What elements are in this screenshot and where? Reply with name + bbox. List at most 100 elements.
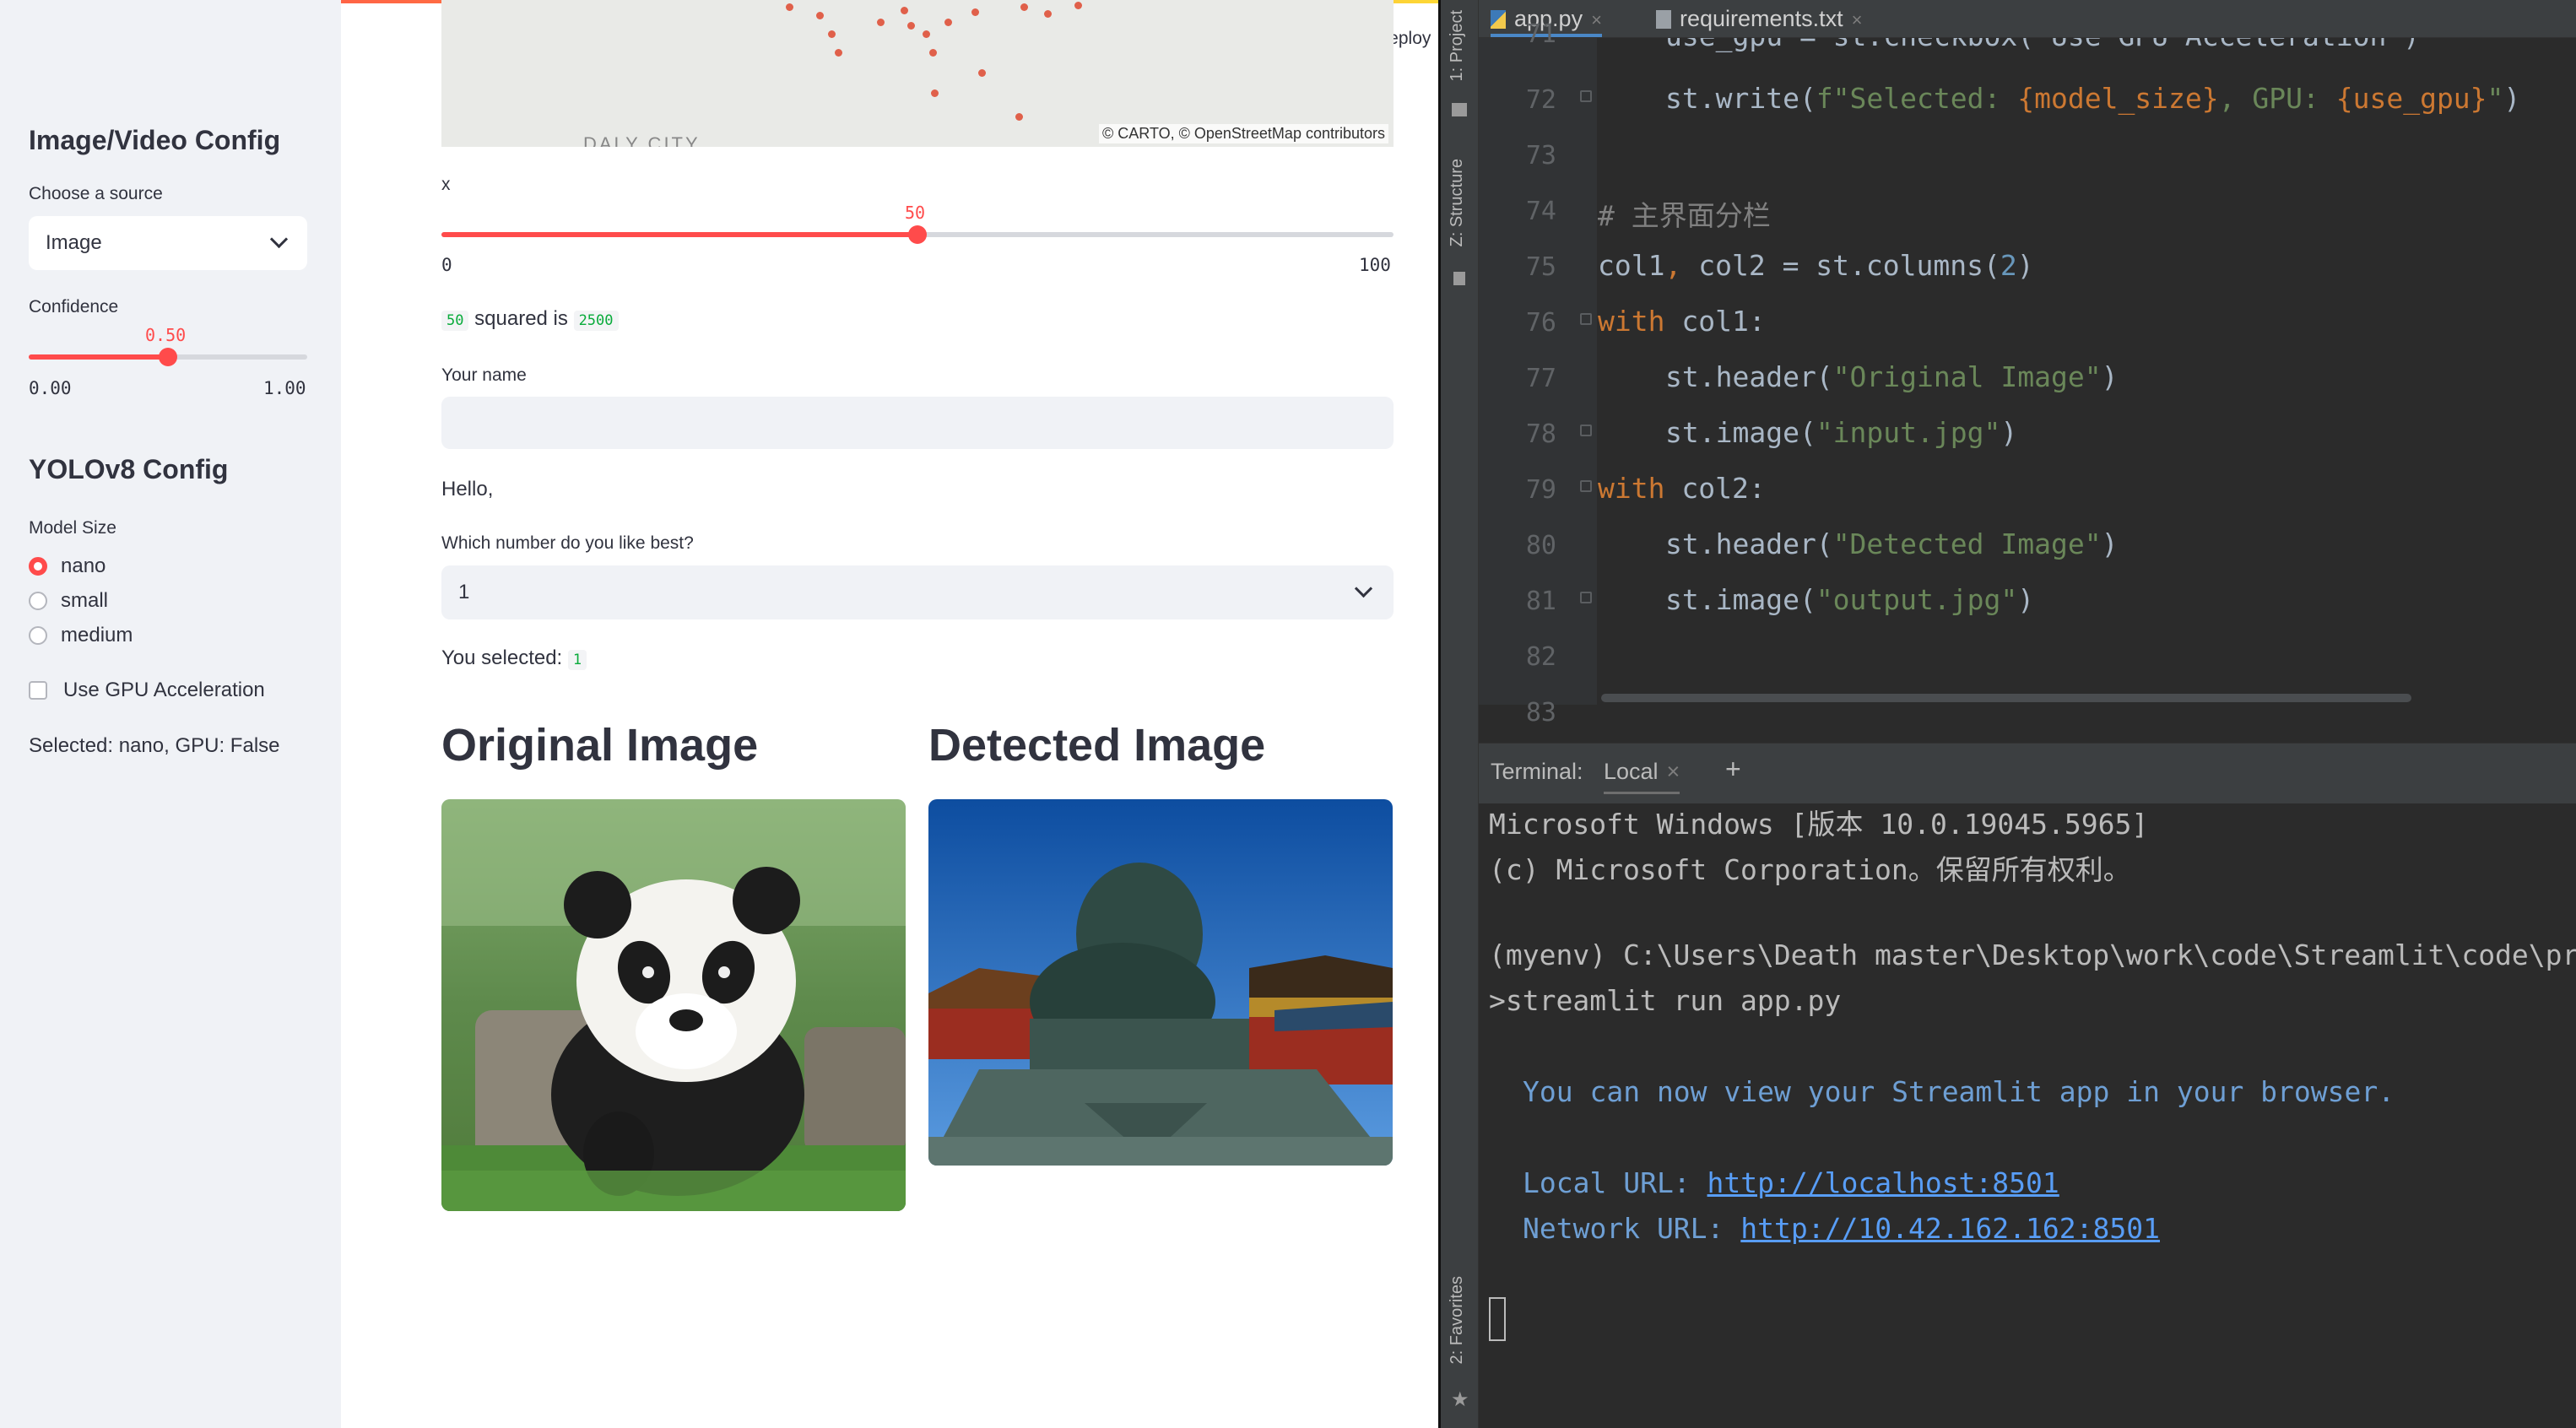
close-icon[interactable]: × (1667, 759, 1680, 784)
x-slider-thumb[interactable] (908, 225, 927, 244)
code-text: col1: (1664, 305, 1766, 338)
map-point (929, 49, 937, 57)
project-tool-tab[interactable]: 1: Project (1448, 10, 1467, 81)
code-text: ) (2016, 249, 2034, 282)
code-line: st.write(f"Selected: {model_size}, GPU: … (1665, 82, 2520, 115)
ide-pane: 1: Project Z: Structure 2: Favorites ★ a… (1441, 0, 2576, 1428)
selected-value-chip: 1 (567, 650, 587, 670)
terminal-line: (c) Microsoft Corporation。保留所有权利。 (1489, 853, 2131, 886)
code-text: with (1598, 305, 1665, 338)
number-select[interactable]: 1 (441, 565, 1394, 619)
detected-image (928, 799, 1393, 1166)
map-point (1074, 2, 1082, 9)
code-line: with col1: (1598, 305, 1766, 338)
gpu-checkbox-label: Use GPU Acceleration (63, 679, 265, 701)
confidence-slider[interactable] (29, 348, 307, 366)
terminal-output[interactable]: Microsoft Windows [版本 10.0.19045.5965] (… (1479, 803, 2576, 1428)
code-text: ) (2017, 583, 2035, 616)
terminal-header: Terminal: Local × + (1479, 743, 2576, 805)
map-point (828, 30, 836, 38)
original-image (441, 799, 906, 1211)
map-point (877, 19, 885, 26)
line-number: 73 (1525, 141, 1556, 170)
scrollbar-thumb[interactable] (1601, 694, 2411, 702)
code-text: col2: (1664, 472, 1766, 505)
map-point (1044, 10, 1052, 18)
streamlit-browser-pane: Image/Video Config Choose a source Image… (0, 0, 1438, 1428)
structure-icon (1453, 272, 1465, 285)
panda-image (441, 799, 906, 1211)
radio-medium[interactable] (29, 626, 47, 645)
map-chart[interactable]: DALY CITY © CARTO, © OpenStreetMap contr… (441, 0, 1394, 147)
local-url-link[interactable]: http://localhost:8501 (1707, 1166, 2059, 1199)
code-line: st.image("input.jpg") (1665, 416, 2017, 449)
code-text: {use_gpu} (2335, 82, 2487, 115)
fold-marker-icon[interactable] (1580, 313, 1592, 325)
confidence-slider-thumb[interactable] (159, 348, 177, 366)
editor-tab-bar: app.py × requirements.txt × (1479, 0, 2576, 38)
x-slider-min: 0 (441, 255, 452, 275)
terminal-tab-local[interactable]: Local × (1604, 759, 1680, 794)
code-line: # 主界面分栏 (1598, 193, 1771, 234)
code-text: use_gpu = st.checkbox("Use GPU Accelerat… (1665, 38, 2420, 52)
source-select[interactable]: Image (29, 216, 307, 270)
close-icon[interactable]: × (1591, 9, 1602, 30)
squared-input-chip: 50 (441, 311, 469, 331)
local-url-label: Local URL: (1523, 1166, 1707, 1199)
code-text: ) (2000, 416, 2018, 449)
network-url-link[interactable]: http://10.42.162.162:8501 (1740, 1212, 2160, 1245)
code-text: {model_size} (2017, 82, 2219, 115)
tab-requirements-txt[interactable]: requirements.txt × (1656, 0, 1862, 37)
structure-tool-tab[interactable]: Z: Structure (1448, 159, 1467, 246)
code-text: 2 (2000, 249, 2017, 282)
code-text: col1 (1598, 249, 1665, 282)
selected-summary: Selected: nano, GPU: False (29, 734, 280, 757)
add-terminal-button[interactable]: + (1725, 754, 1741, 785)
code-line: st.header("Original Image") (1665, 360, 2118, 393)
name-input[interactable] (441, 397, 1394, 449)
confidence-max: 1.00 (263, 378, 306, 398)
network-url-label: Network URL: (1523, 1212, 1741, 1245)
editor-horizontal-scrollbar[interactable] (1598, 690, 2576, 706)
gpu-checkbox[interactable] (29, 681, 47, 700)
code-text: ) (2101, 527, 2119, 560)
selected-text: You selected: 1 (441, 646, 587, 670)
confidence-value: 0.50 (145, 325, 187, 345)
close-icon[interactable]: × (1852, 9, 1863, 30)
folder-icon (1452, 103, 1467, 116)
fold-marker-icon[interactable] (1580, 592, 1592, 603)
fold-marker-icon[interactable] (1580, 425, 1592, 436)
terminal-line: You can now view your Streamlit app in y… (1523, 1075, 2395, 1108)
map-point (978, 69, 986, 77)
terminal-line: (myenv) C:\Users\Death master\Desktop\wo… (1489, 938, 2576, 971)
tab-requirements-label: requirements.txt (1680, 6, 1843, 31)
line-number: 79 (1525, 475, 1556, 505)
radio-small[interactable] (29, 592, 47, 610)
fold-marker-icon[interactable] (1580, 480, 1592, 492)
code-line: st.header("Detected Image") (1665, 527, 2118, 560)
code-editor[interactable]: use_gpu = st.checkbox("Use GPU Accelerat… (1598, 38, 2576, 705)
x-slider[interactable] (441, 225, 1394, 244)
favorites-tool-tab[interactable]: 2: Favorites (1448, 1276, 1467, 1364)
hello-text: Hello, (441, 478, 494, 500)
code-text: "Detected Image" (1832, 527, 2102, 560)
terminal-line: Microsoft Windows [版本 10.0.19045.5965] (1489, 808, 2149, 841)
terminal-line: Local URL: http://localhost:8501 (1523, 1166, 2059, 1199)
code-text: ) (2101, 360, 2119, 393)
confidence-label: Confidence (29, 297, 119, 316)
fold-marker-icon[interactable] (1580, 90, 1592, 102)
code-text: col2 = st.columns( (1698, 249, 2000, 282)
line-number: 75 (1525, 252, 1556, 282)
chevron-down-icon (269, 230, 289, 249)
name-label: Your name (441, 365, 527, 385)
terminal-cursor (1489, 1297, 1506, 1341)
line-number-gutter: 71 72 73 74 75 76 77 78 79 80 81 82 83 (1479, 19, 1597, 728)
line-number: 81 (1525, 587, 1556, 616)
code-line: use_gpu = st.checkbox("Use GPU Accelerat… (1665, 38, 2420, 52)
terminal-line: Network URL: http://10.42.162.162:8501 (1523, 1212, 2160, 1245)
map-attribution: © CARTO, © OpenStreetMap contributors (1099, 124, 1388, 143)
confidence-slider-fill (29, 354, 168, 360)
x-slider-value: 50 (905, 203, 926, 223)
code-line: col1, col2 = st.columns(2) (1598, 249, 2034, 282)
radio-nano[interactable] (29, 557, 47, 576)
